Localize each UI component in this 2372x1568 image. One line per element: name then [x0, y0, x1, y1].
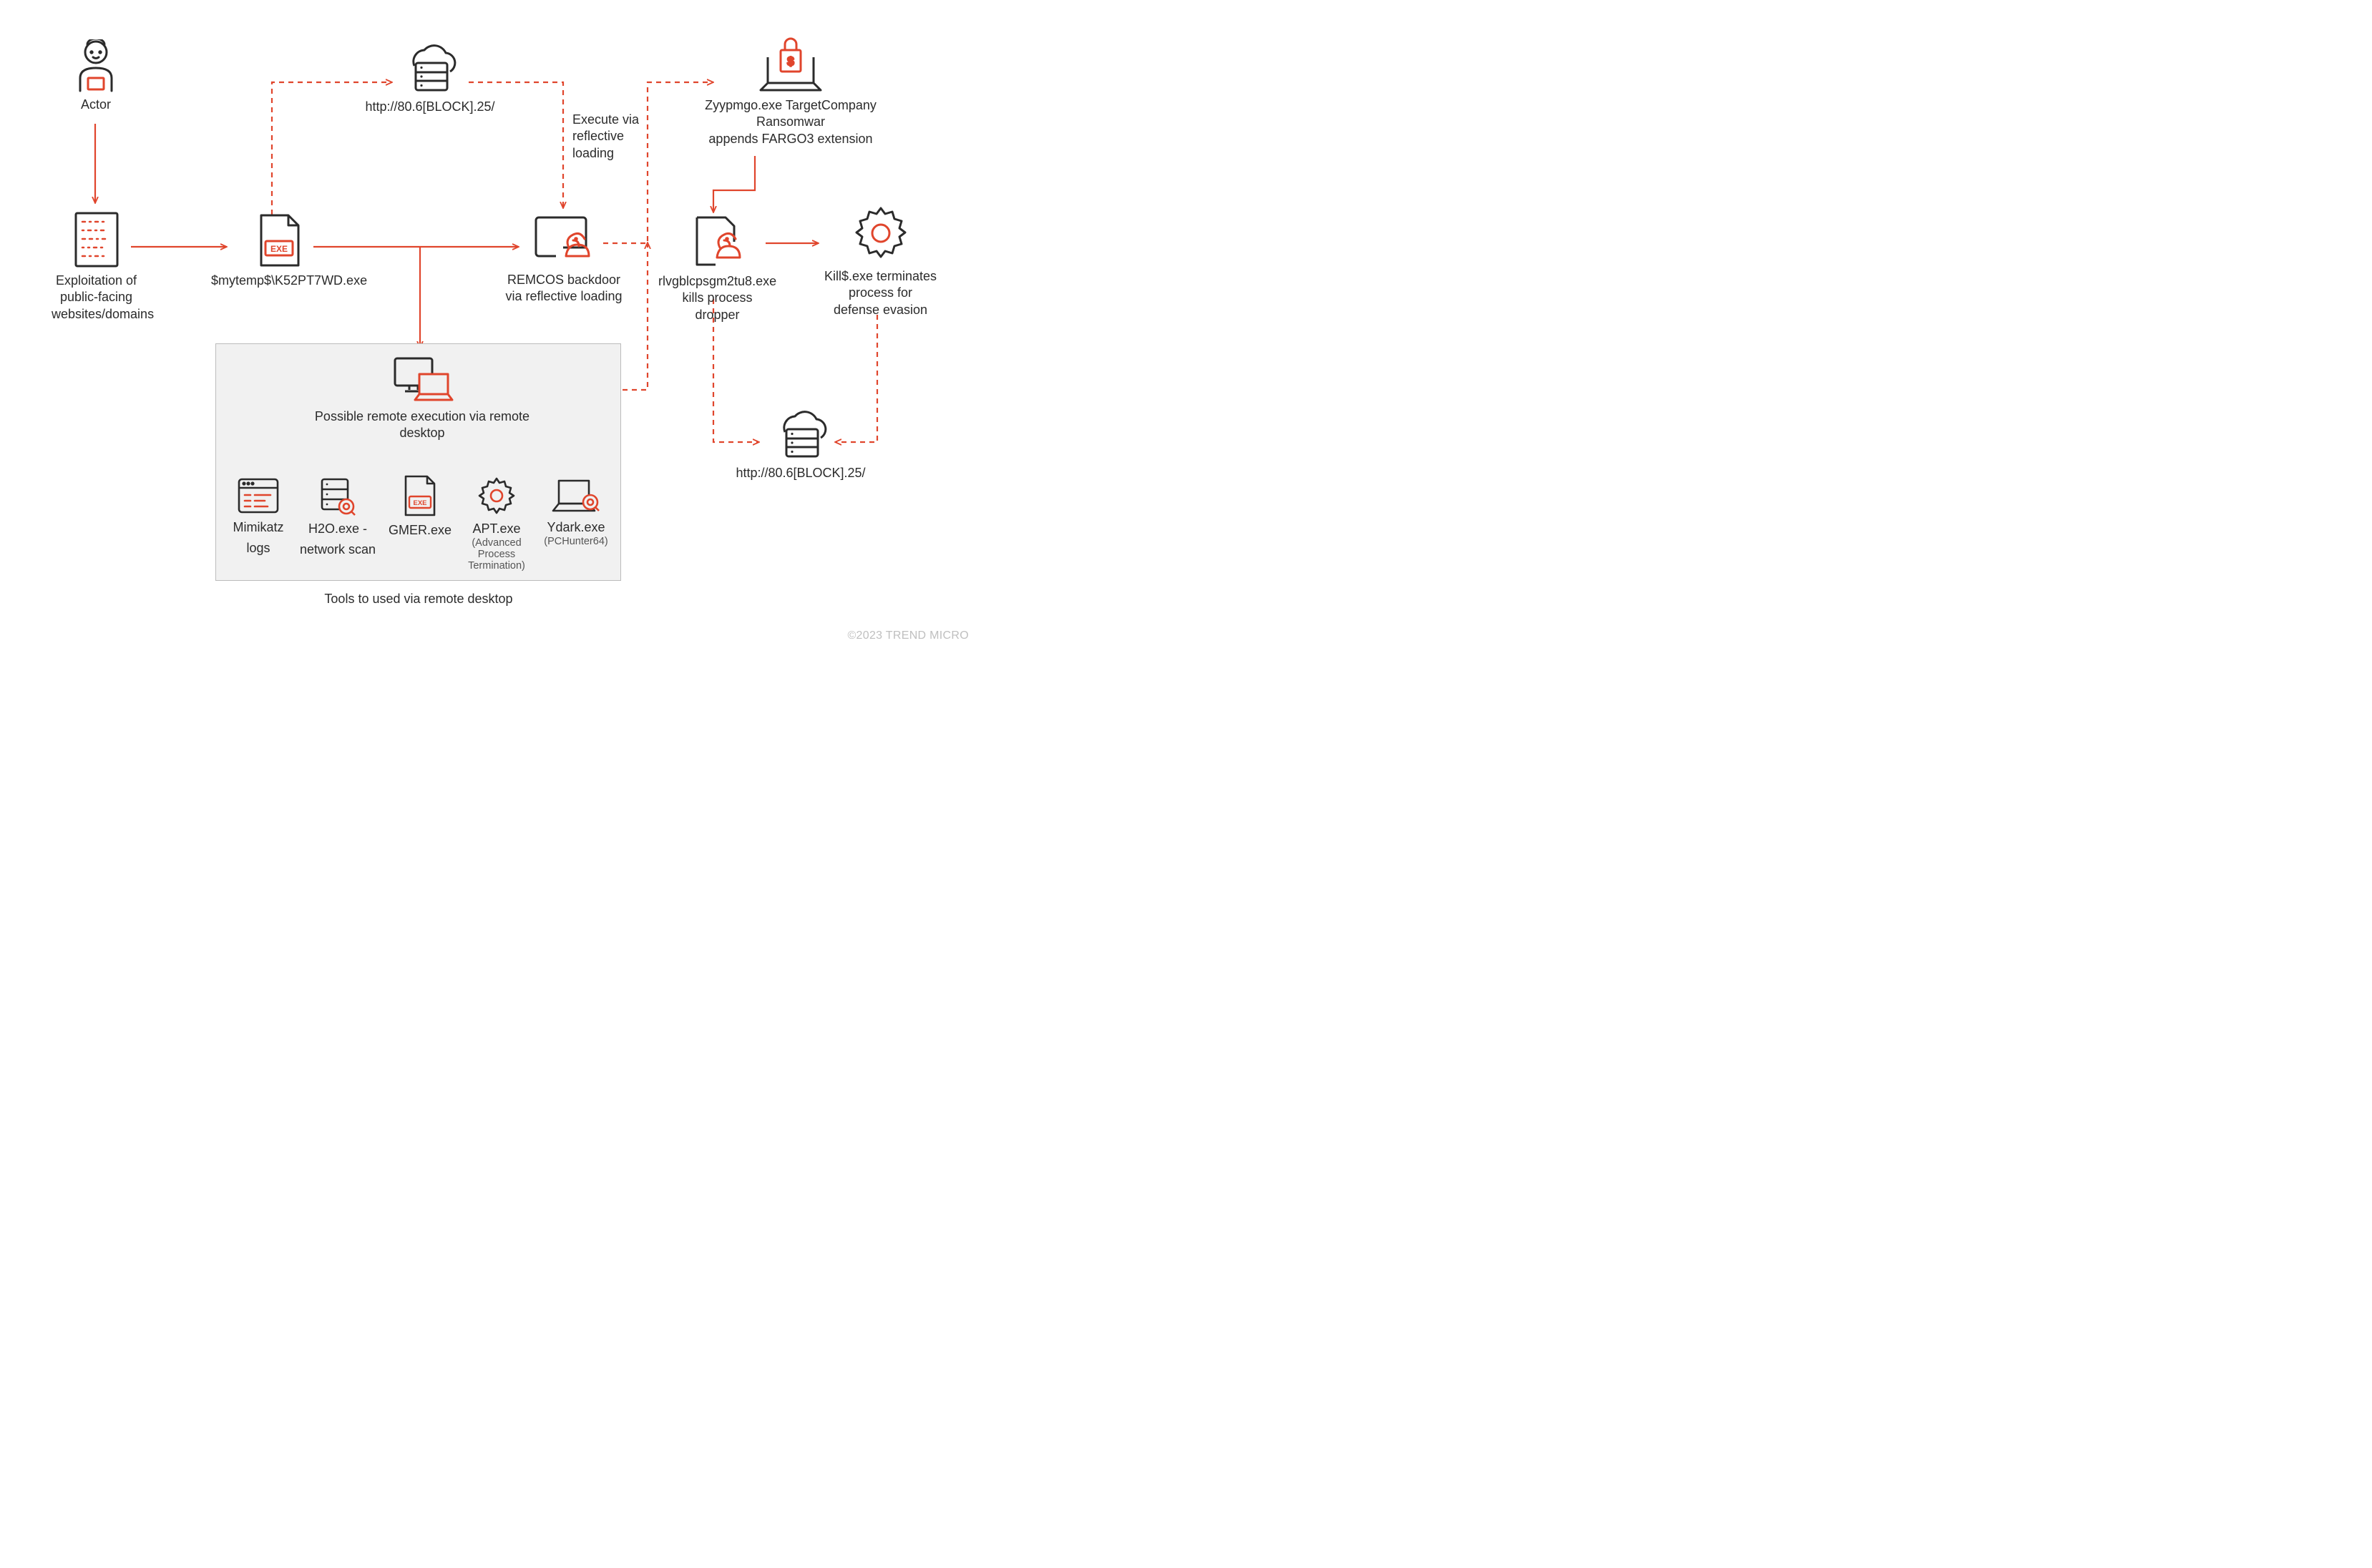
- kill-label: Kill$.exe terminates process for defense…: [821, 268, 939, 318]
- actor-label: Actor: [68, 97, 124, 113]
- svg-text:$: $: [788, 56, 794, 68]
- cloud-server-icon-2: [769, 408, 832, 461]
- exe-file-icon: EXE: [255, 212, 303, 268]
- exe-file-node: EXE $mytemp$\K52PT7WD.exe: [211, 212, 347, 289]
- tool-mimikatz-name: Mimikatz: [228, 519, 289, 536]
- svg-text:EXE: EXE: [270, 244, 288, 254]
- ransom-laptop-icon: $: [755, 36, 826, 93]
- remote-desktop-node: Possible remote execution via remote des…: [308, 354, 537, 442]
- c2-cloud-2: http://80.6[BLOCK].25/: [736, 408, 866, 481]
- actor-node: Actor: [68, 39, 124, 113]
- gmer-icon: EXE: [401, 474, 439, 518]
- tool-apt-sub: (Advanced Process Termination): [456, 537, 537, 572]
- tool-ydark: Ydark.exe (PCHunter64): [541, 476, 611, 547]
- tool-apt: APT.exe (Advanced Process Termination): [456, 475, 537, 572]
- tools-footer: Tools to used via remote desktop: [308, 587, 529, 607]
- remcos-node: REMCOS backdoor via reflective loading: [499, 212, 628, 305]
- tool-gmer: EXE GMER.exe: [388, 474, 452, 539]
- ydark-icon: [550, 476, 602, 515]
- c2-2-label: http://80.6[BLOCK].25/: [736, 465, 866, 481]
- copyright: ©2023 TREND MICRO: [847, 629, 969, 642]
- reflective-loading-text: Execute via reflective loading: [572, 107, 658, 162]
- tool-ydark-sub: (PCHunter64): [541, 536, 611, 547]
- exe-file-label: $mytemp$\K52PT7WD.exe: [211, 273, 347, 289]
- c2-cloud-1: http://80.6[BLOCK].25/: [365, 41, 495, 115]
- ransomware-node: $ Zyypmgo.exe TargetCompany Ransomwar ap…: [673, 36, 909, 147]
- dropper-node: rlvgblcpsgm2tu8.exe kills process droppe…: [658, 213, 776, 323]
- diagram-canvas: Actor Exploitation of public-facing webs…: [0, 0, 989, 654]
- actor-icon: [76, 39, 116, 92]
- tool-mimikatz: Mimikatz logs: [228, 476, 289, 557]
- tool-gmer-name: GMER.exe: [388, 522, 452, 539]
- tool-apt-name: APT.exe: [456, 521, 537, 537]
- exploitation-label: Exploitation of public-facing websites/d…: [52, 273, 141, 323]
- tool-h2o: H2O.exe - network scan: [299, 476, 376, 559]
- tool-h2o-name: H2O.exe -: [299, 521, 376, 537]
- remcos-icon: [532, 212, 596, 268]
- remote-desktop-icon: [388, 354, 457, 404]
- remote-exec-label: Possible remote execution via remote des…: [308, 408, 537, 442]
- mimikatz-icon: [236, 476, 280, 515]
- cloud-server-icon: [399, 41, 462, 94]
- svg-text:EXE: EXE: [413, 499, 426, 507]
- remcos-label: REMCOS backdoor via reflective loading: [499, 272, 628, 305]
- ransomware-label: Zyypmgo.exe TargetCompany Ransomwar appe…: [673, 97, 909, 147]
- binary-panel-icon: [74, 211, 119, 268]
- tool-mimikatz-sub: logs: [228, 540, 289, 557]
- tool-h2o-sub: network scan: [299, 542, 376, 558]
- exploitation-node: Exploitation of public-facing websites/d…: [52, 211, 141, 323]
- c2-1-label: http://80.6[BLOCK].25/: [365, 99, 495, 115]
- tool-ydark-name: Ydark.exe: [541, 519, 611, 536]
- apt-icon: [476, 475, 517, 516]
- dropper-label: rlvgblcpsgm2tu8.exe kills process droppe…: [658, 273, 776, 323]
- gear-icon: [850, 202, 912, 264]
- dropper-icon: [690, 213, 746, 269]
- h2o-icon: [318, 476, 358, 516]
- kill-node: Kill$.exe terminates process for defense…: [821, 202, 939, 318]
